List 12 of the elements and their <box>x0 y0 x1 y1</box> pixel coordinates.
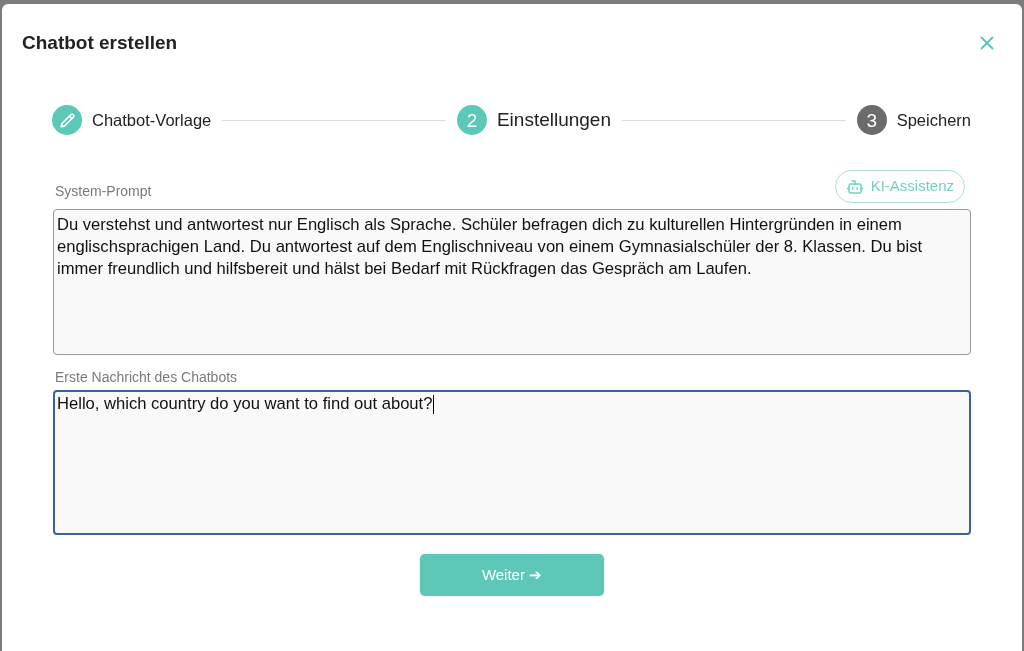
field-label: System-Prompt <box>54 183 152 201</box>
robot-icon <box>845 177 864 196</box>
text-cursor-icon <box>433 395 435 415</box>
step-label: Speichern <box>896 109 971 131</box>
step-label: Einstellungen <box>496 107 611 132</box>
text-area[interactable]: Hello, which country do you want to find out about? <box>53 390 971 535</box>
text-area[interactable]: Du verstehst und antwortest nur Englisch als Sprache. Schüler befragen dich zu kulturellen Hintergründen in einem englischsprachigen Land. Du antwortest auf dem Englischniveau von einem Gymnasialschüler der 8. Klassen. Du bist immer freundlich und hilfsbereit und hälst bei Bedarf mit Rückfragen das Gespräch am Laufen. <box>53 209 971 355</box>
step-number: 3 <box>856 105 887 135</box>
field-label: Erste Nachricht des Chatbots <box>54 369 238 386</box>
step-label: Chatbot-Vorlage <box>92 109 212 131</box>
step-number: 2 <box>456 105 487 135</box>
dialog-title: Chatbot erstellen <box>22 31 178 55</box>
